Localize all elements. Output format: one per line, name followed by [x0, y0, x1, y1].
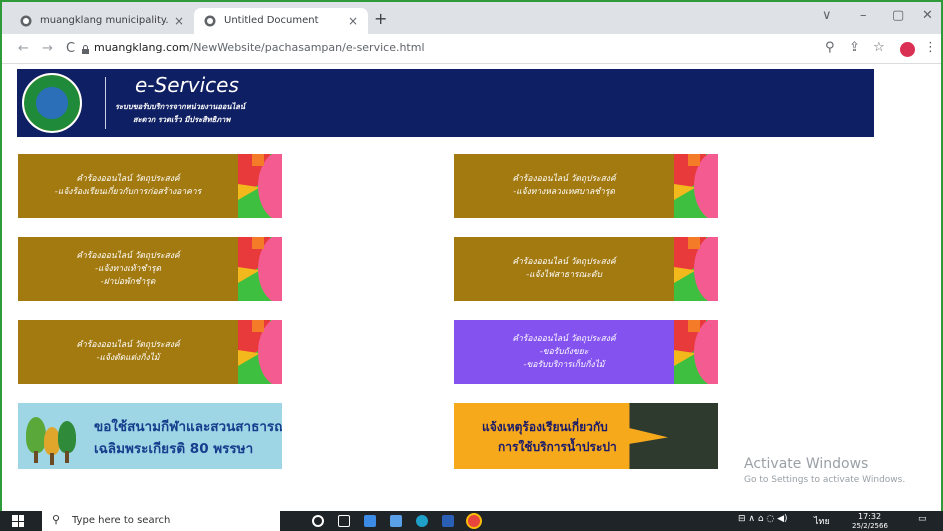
- menu-icon[interactable]: ⋮: [924, 40, 937, 55]
- card-decoration: [674, 237, 718, 301]
- card-line: -แจ้งทางเท้าชำรุด: [94, 263, 162, 274]
- card-line: คำร้องออนไลน์ วัตถุประสงค์: [76, 250, 180, 261]
- card-decoration: [674, 320, 718, 384]
- tab-untitled[interactable]: Untitled Document ×: [194, 8, 368, 34]
- card-line: คำร้องออนไลน์ วัตถุประสงค์: [76, 340, 180, 350]
- tab-search-chevron-icon[interactable]: ∨: [822, 8, 832, 23]
- card-line: -ขอรับถังขยะ: [539, 346, 589, 357]
- tree-trunk: [50, 453, 54, 465]
- minimize-button[interactable]: –: [860, 8, 867, 23]
- page-content: e-Services ระบบขอรับบริการจากหน่วยงานออน…: [2, 65, 933, 497]
- tree-trunk: [34, 451, 38, 463]
- card-decoration: [238, 154, 282, 218]
- taskbar-search-placeholder: Type here to search: [72, 515, 171, 526]
- tab-title: Untitled Document: [224, 15, 319, 26]
- search-icon[interactable]: ⚲: [825, 40, 835, 55]
- service-card-building-complaint[interactable]: คำร้องออนไลน์ วัตถุประสงค์ -แจ้งร้องเรีย…: [18, 154, 282, 218]
- service-card-tree-trimming[interactable]: คำร้องออนไลน์ วัตถุประสงค์ -แจ้งตัดแต่งก…: [18, 320, 282, 384]
- card-line: คำร้องออนไลน์ วัตถุประสงค์: [76, 174, 180, 184]
- service-card-road-repair[interactable]: คำร้องออนไลน์ วัตถุประสงค์ -แจ้งทางหลวงเ…: [454, 154, 718, 218]
- card-line: -แจ้งร้องเรียนเกี่ยวกับการก่อสร้างอาคาร: [54, 187, 202, 197]
- reload-button[interactable]: C: [66, 41, 75, 56]
- header-subtitle: ระบบขอรับบริการจากหน่วยงานออนไลน์: [115, 102, 246, 111]
- watermark-title: Activate Windows: [744, 456, 869, 472]
- star-icon[interactable]: ☆: [873, 40, 885, 55]
- banner-line: การใช้บริการน้ำประปา: [498, 440, 617, 454]
- eservices-header: e-Services ระบบขอรับบริการจากหน่วยงานออน…: [17, 69, 874, 137]
- forward-button[interactable]: →: [42, 41, 53, 56]
- cortana-icon[interactable]: [312, 515, 324, 527]
- clock-date: 25/2/2566: [852, 522, 888, 530]
- clock-time[interactable]: 17:32: [858, 512, 881, 521]
- header-tagline: สะดวก รวดเร็ว มีประสิทธิภาพ: [133, 115, 231, 124]
- tree-icon: [58, 421, 76, 453]
- edge-icon[interactable]: [416, 515, 428, 527]
- card-decoration: [238, 237, 282, 301]
- file-explorer-icon[interactable]: [364, 515, 376, 527]
- task-view-icon[interactable]: [338, 515, 350, 527]
- card-line: -แจ้งทางหลวงเทศบาลชำรุด: [513, 187, 615, 197]
- tab-title: muangklang municipality.: [40, 15, 169, 26]
- card-line: -แจ้งไฟสาธารณะดับ: [526, 270, 602, 280]
- url-host: muangklang.com: [94, 41, 190, 54]
- header-divider: [105, 77, 106, 129]
- url-path: /NewWebsite/pachasampan/e-service.html: [189, 41, 425, 54]
- taskbar-search[interactable]: ⚲ Type here to search: [42, 511, 280, 531]
- park-booking-banner[interactable]: ขอใช้สนามกีฬาและสวนสาธารณะ เฉลิมพระเกียร…: [18, 403, 282, 469]
- notification-icon[interactable]: ▭: [918, 514, 927, 524]
- chrome-icon[interactable]: [468, 515, 480, 527]
- search-icon: ⚲: [52, 513, 61, 526]
- banner-line: แจ้งเหตุร้องเรียนเกี่ยวกับ: [482, 420, 608, 434]
- new-tab-button[interactable]: +: [374, 9, 387, 28]
- lock-icon: [82, 45, 89, 54]
- browser-window: muangklang municipality. × Untitled Docu…: [0, 0, 943, 531]
- banner-line: เฉลิมพระเกียรติ 80 พรรษา: [94, 441, 254, 457]
- tree-trunk: [65, 451, 69, 463]
- page-title: e-Services: [135, 73, 239, 97]
- tab-muangklang[interactable]: muangklang municipality. ×: [10, 8, 194, 34]
- browser-toolbar: ← → C muangklang.com/NewWebsite/pachasam…: [2, 34, 941, 64]
- service-card-sidewalk-repair[interactable]: คำร้องออนไลน์ วัตถุประสงค์ -แจ้งทางเท้าช…: [18, 237, 282, 301]
- word-icon[interactable]: [442, 515, 454, 527]
- windows-start-icon[interactable]: [12, 515, 24, 527]
- service-card-garbage-bin[interactable]: คำร้องออนไลน์ วัตถุประสงค์ -ขอรับถังขยะ …: [454, 320, 718, 384]
- back-button[interactable]: ←: [18, 41, 29, 56]
- watermark-subtitle: Go to Settings to activate Windows.: [744, 475, 906, 485]
- tree-icon: [26, 417, 46, 453]
- close-icon[interactable]: ×: [174, 8, 184, 34]
- close-icon[interactable]: ×: [348, 8, 358, 34]
- water-complaint-banner[interactable]: แจ้งเหตุร้องเรียนเกี่ยวกับ การใช้บริการน…: [454, 403, 718, 469]
- windows-taskbar: ⚲ Type here to search ⊟ ∧ ⌂ ◌ ◀︎) ไทย 17…: [0, 511, 943, 531]
- tray-icons[interactable]: ⊟ ∧ ⌂ ◌ ◀︎): [738, 514, 788, 524]
- card-line: -แจ้งตัดแต่งกิ่งไม้: [96, 353, 160, 363]
- language-indicator[interactable]: ไทย: [814, 514, 830, 528]
- card-line: คำร้องออนไลน์ วัตถุประสงค์: [512, 333, 616, 344]
- card-decoration: [674, 154, 718, 218]
- globe-icon: [20, 15, 32, 27]
- card-decoration: [238, 320, 282, 384]
- globe-icon: [204, 15, 216, 27]
- close-window-button[interactable]: ✕: [922, 8, 933, 23]
- activate-windows-watermark: Activate Windows Go to Settings to activ…: [744, 456, 905, 485]
- card-line: -ขอรับบริการเก็บกิ่งไม้: [523, 359, 605, 370]
- share-icon[interactable]: ⇪: [849, 40, 860, 55]
- card-line: คำร้องออนไลน์ วัตถุประสงค์: [512, 257, 616, 267]
- tab-strip: muangklang municipality. × Untitled Docu…: [2, 2, 941, 34]
- card-line: -ฝาบ่อพักชำรุด: [100, 276, 156, 287]
- banner-line: ขอใช้สนามกีฬาและสวนสาธารณะ: [94, 419, 282, 435]
- card-line: คำร้องออนไลน์ วัตถุประสงค์: [512, 174, 616, 184]
- profile-avatar[interactable]: [900, 42, 915, 57]
- maximize-button[interactable]: ▢: [892, 8, 904, 23]
- store-icon[interactable]: [390, 515, 402, 527]
- address-bar[interactable]: muangklang.com/NewWebsite/pachasampan/e-…: [94, 41, 425, 54]
- municipality-logo: [22, 73, 82, 133]
- service-card-streetlight[interactable]: คำร้องออนไลน์ วัตถุประสงค์ -แจ้งไฟสาธารณ…: [454, 237, 718, 301]
